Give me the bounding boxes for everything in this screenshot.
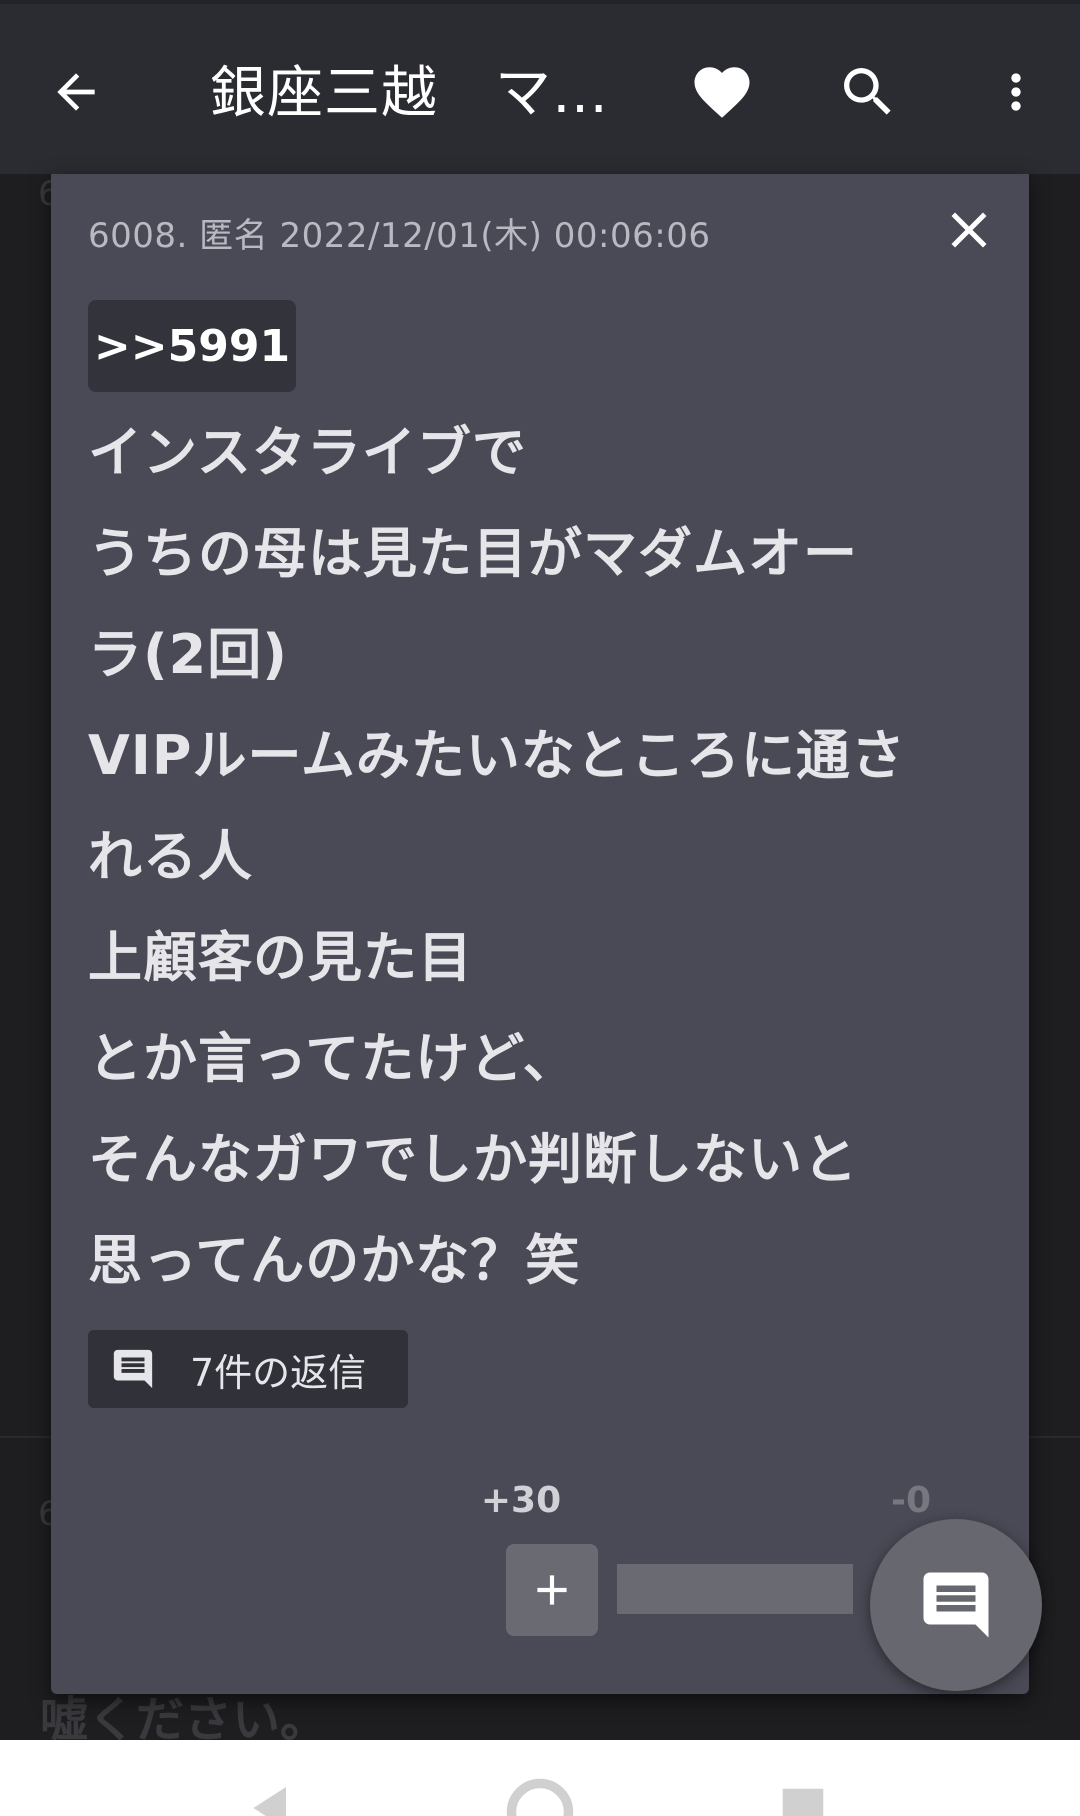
post-body-line: とか言ってたけど、 — [88, 1027, 578, 1090]
post-body-line: ラ(2回) — [88, 623, 288, 686]
compose-comment-fab[interactable] — [870, 1519, 1042, 1691]
page-title: 銀座三越 マダム — [210, 61, 620, 126]
post-body-line: 上顧客の見た目 — [88, 926, 473, 989]
plus-icon — [537, 1575, 567, 1605]
back-button[interactable] — [30, 46, 122, 138]
heart-icon — [694, 67, 750, 118]
post-popup: 6008. 匿名 2022/12/01(木) 00:06:06 >>5991 イ… — [51, 174, 1029, 1694]
overflow-menu-button[interactable] — [970, 46, 1062, 138]
app-bar: 銀座三越 マダム — [0, 0, 1080, 174]
nav-recents-icon[interactable] — [776, 1782, 830, 1816]
post-meta: 6008. 匿名 2022/12/01(木) 00:06:06 — [88, 216, 711, 256]
post-body-line: れる人 — [88, 825, 253, 888]
comment-icon — [113, 1349, 153, 1389]
post-body: インスタライブで うちの母は見た目がマダムオー ラ(2回) VIPルームみたいな… — [88, 402, 1008, 1311]
post-body-line: うちの母は見た目がマダムオー — [88, 522, 858, 585]
nav-home-icon[interactable] — [502, 1774, 578, 1816]
close-button[interactable] — [937, 198, 1001, 262]
post-body-line: VIPルームみたいなところに通さ — [88, 724, 906, 787]
favorite-button[interactable] — [676, 46, 768, 138]
message-icon — [923, 1572, 989, 1638]
nav-back-icon[interactable] — [244, 1780, 300, 1816]
downvote-count: -0 — [891, 1480, 931, 1521]
replies-count-label: 7件の返信 — [190, 1350, 367, 1395]
arrow-back-icon — [57, 73, 95, 111]
replies-button[interactable]: 7件の返信 — [88, 1330, 408, 1408]
post-body-line: インスタライブで — [88, 421, 527, 484]
system-navigation-bar — [0, 1740, 1080, 1816]
upvote-count: +30 — [480, 1480, 562, 1521]
search-icon — [844, 68, 891, 115]
post-body-line: 思ってんのかな？笑 — [88, 1229, 581, 1292]
post-body-line: そんなガワでしか判断しないと — [88, 1128, 858, 1191]
search-button[interactable] — [822, 46, 914, 138]
reply-anchor-link[interactable]: >>5991 — [88, 300, 296, 392]
upvote-button[interactable] — [506, 1544, 598, 1636]
vote-ratio-bar — [617, 1564, 853, 1614]
close-icon — [951, 212, 987, 248]
more-vert-icon — [1011, 73, 1021, 111]
